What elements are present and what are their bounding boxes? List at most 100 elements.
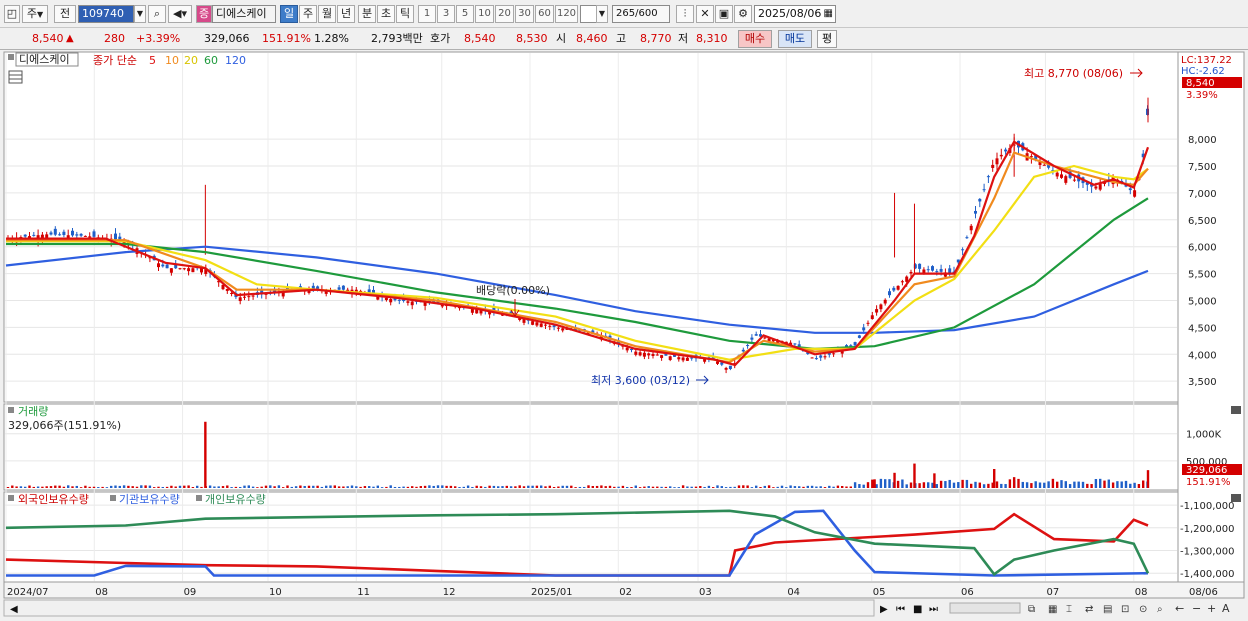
period-minute-button[interactable]: 분 (358, 5, 376, 23)
interval-dropdown-chevron-icon[interactable]: ▼ (596, 5, 608, 23)
volume-bar (699, 486, 702, 488)
calendar-icon: ▦ (823, 8, 833, 19)
volume-bar (1103, 480, 1106, 488)
volume-bar (337, 486, 341, 488)
period-second-button[interactable]: 초 (377, 5, 395, 23)
rewind-icon[interactable]: ⏮ (896, 604, 905, 615)
x-axis-label: 11 (357, 587, 370, 598)
holding-panel-square-icon[interactable] (8, 495, 14, 501)
volume-bar (196, 485, 199, 488)
interval-1-button[interactable]: 1 (418, 5, 436, 23)
candle-body (556, 327, 560, 329)
volume-bar (183, 485, 186, 488)
chart-area[interactable]: 3,500 4,000 4,500 5,000 5,500 6,000 6,500 7,000… (0, 50, 1248, 621)
back-icon[interactable]: ← (1175, 602, 1184, 615)
interval-10-button[interactable]: 10 (475, 5, 494, 23)
volume-bar (41, 486, 44, 488)
eval-button[interactable]: 평 (817, 30, 837, 48)
tool-window-icon[interactable]: ⧉ (1028, 604, 1035, 615)
volume-bar (1137, 483, 1141, 488)
period-week-button[interactable]: 주 (299, 5, 317, 23)
tool-link-icon[interactable]: ⊙ (1139, 604, 1147, 615)
tool-ruler-icon[interactable]: ⌶ (1066, 604, 1072, 615)
tool-grid-icon[interactable]: ▦ (1048, 604, 1057, 615)
zoom-in-icon[interactable]: + (1207, 602, 1216, 615)
candle-body (535, 322, 539, 326)
volume-bar (6, 486, 10, 488)
volume-bar (1051, 478, 1055, 488)
interval-60-button[interactable]: 60 (535, 5, 554, 23)
trade-amount: 2,793백만 (371, 32, 423, 45)
sell-button[interactable]: 매도 (778, 30, 812, 48)
stock-code-input[interactable]: 109740 (78, 5, 134, 23)
table-toggle-icon[interactable] (8, 70, 23, 84)
fast-forward-icon[interactable]: ⏭ (929, 604, 938, 615)
save-icon[interactable]: ▣ (715, 5, 733, 23)
holding-ytick-label: -1,400,000 (1180, 569, 1235, 580)
volume-bar (578, 486, 582, 488)
period-year-button[interactable]: 년 (337, 5, 355, 23)
candle-body (548, 325, 552, 327)
search-icon[interactable]: ⌕ (148, 5, 166, 23)
period-select[interactable]: 주▼ (22, 5, 48, 23)
volume-bar (587, 485, 590, 488)
scroll-left-icon[interactable]: ◀ (10, 604, 18, 615)
period-day-button[interactable]: 일 (280, 5, 298, 23)
holding-ytick-label: -1,100,000 (1180, 501, 1235, 512)
crosshair-icon[interactable]: ✕ (696, 5, 714, 23)
period-month-button[interactable]: 월 (318, 5, 336, 23)
interval-5-button[interactable]: 5 (456, 5, 474, 23)
tool-table-icon[interactable]: ▤ (1103, 604, 1112, 615)
zoom-slider[interactable] (949, 602, 1021, 614)
window-menu-icon[interactable]: ◰ (4, 5, 20, 23)
volume-panel-square-icon[interactable] (8, 407, 14, 413)
volume-bar (742, 485, 745, 488)
code-dropdown-chevron-icon[interactable]: ▼ (134, 5, 146, 23)
date-input[interactable]: 2025/08/06 ▦ (754, 5, 836, 23)
volume-bar (380, 487, 384, 488)
volume-bar (660, 486, 663, 488)
volume-bar (995, 481, 999, 488)
holding-panel-close-icon[interactable] (1231, 494, 1241, 502)
interval-120-button[interactable]: 120 (555, 5, 578, 23)
volume-bar (750, 487, 754, 488)
volume-spike-bar (933, 473, 936, 488)
volume-panel-close-icon[interactable] (1231, 406, 1241, 414)
volume-bar (191, 487, 195, 488)
candle-body (238, 297, 242, 302)
buy-button[interactable]: 매수 (738, 30, 772, 48)
jeon-button[interactable]: 전 (54, 5, 76, 23)
scroll-right-icon[interactable]: ▶ (880, 604, 888, 615)
speaker-icon[interactable]: ◀▾ (168, 5, 192, 23)
panel-square-icon[interactable] (8, 54, 14, 60)
volume-bar (402, 486, 405, 488)
volume-bar (630, 487, 633, 488)
count-field[interactable]: 265/600 (612, 5, 670, 23)
x-axis-label: 12 (443, 587, 456, 598)
candle-body (79, 233, 83, 236)
font-size-icon[interactable]: A (1222, 602, 1230, 615)
volume-bar (105, 487, 109, 488)
gear-icon[interactable]: ⚙ (734, 5, 752, 23)
interval-3-button[interactable]: 3 (437, 5, 455, 23)
horizontal-scrollbar[interactable] (3, 599, 875, 617)
volume-bar (1068, 484, 1072, 488)
volume-bar (755, 485, 758, 488)
tool-compare-icon[interactable]: ⇄ (1085, 604, 1093, 615)
volume-bar (441, 485, 444, 488)
period-tick-button[interactable]: 틱 (396, 5, 414, 23)
zoom-out-icon[interactable]: − (1192, 602, 1201, 615)
volume-bar (45, 486, 48, 488)
volume-bar (178, 485, 182, 488)
tool-search-icon[interactable]: ⌕ (1157, 604, 1163, 615)
volume-bar (970, 483, 973, 488)
volume-bar (153, 487, 156, 488)
volume-bar (1142, 480, 1145, 488)
interval-20-button[interactable]: 20 (495, 5, 514, 23)
candle-body (182, 268, 186, 270)
interval-30-button[interactable]: 30 (515, 5, 534, 23)
volume-bar (148, 485, 152, 488)
stop-icon[interactable]: ■ (913, 604, 922, 615)
chart-type-icon[interactable]: ⫶ (676, 5, 694, 23)
tool-lock-icon[interactable]: ⊡ (1121, 604, 1129, 615)
